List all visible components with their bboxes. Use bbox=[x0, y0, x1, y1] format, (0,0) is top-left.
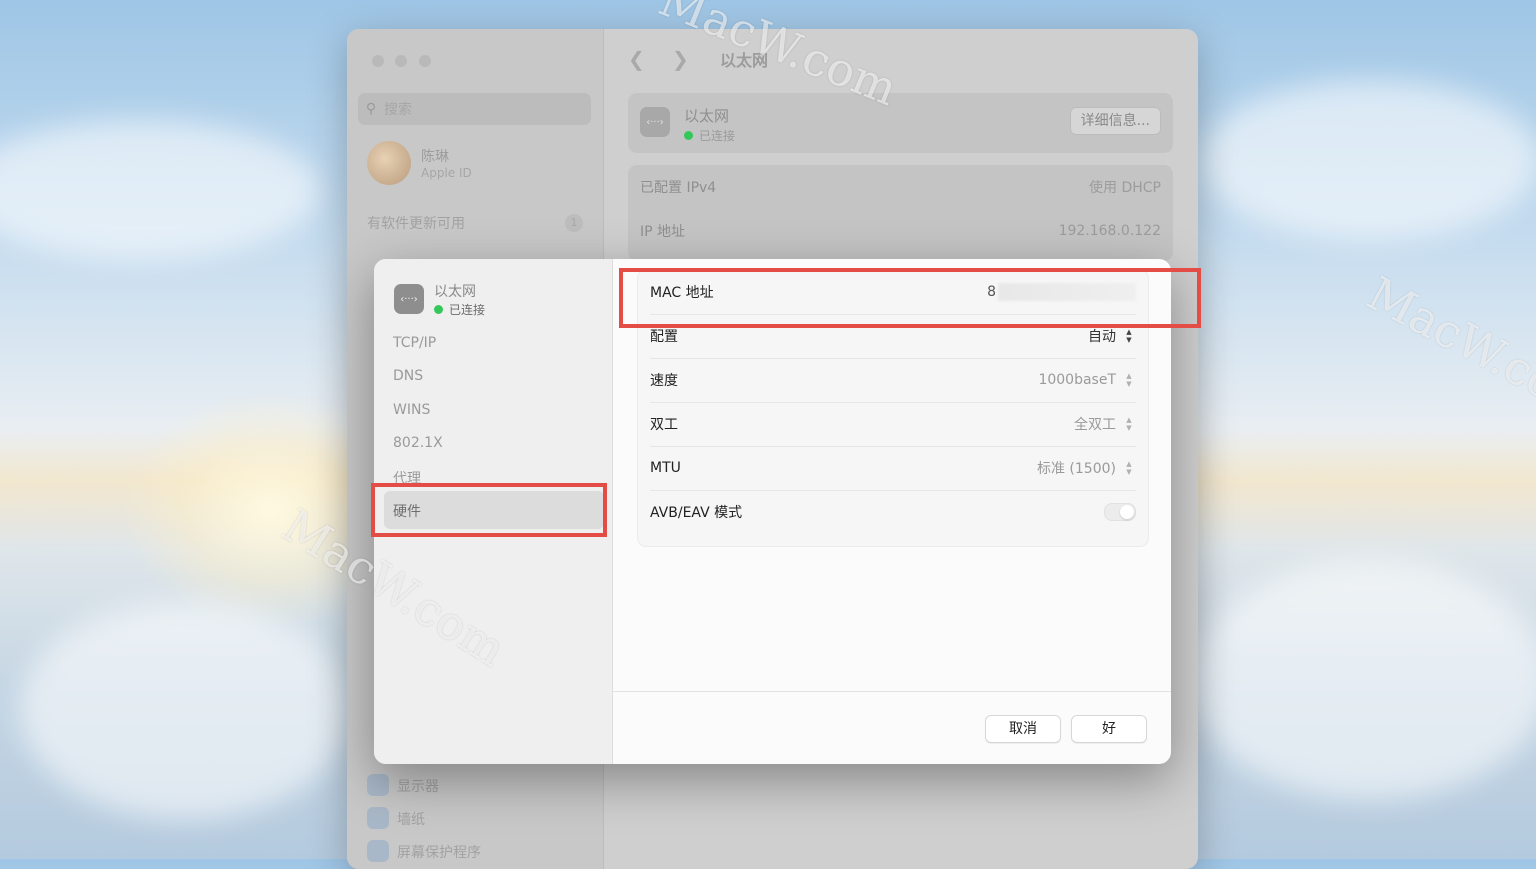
software-update-notice[interactable]: 有软件更新可用 1 bbox=[367, 213, 583, 233]
update-count-badge: 1 bbox=[565, 214, 583, 232]
avb-mode-toggle[interactable] bbox=[1104, 503, 1136, 521]
watermark: MacW.com bbox=[1358, 266, 1536, 432]
mac-address-highlight-box bbox=[619, 268, 1201, 328]
tab-wins[interactable]: WINS bbox=[393, 402, 430, 418]
close-window-button[interactable] bbox=[372, 55, 384, 67]
chevron-updown-icon: ▲ ▼ bbox=[1126, 328, 1132, 344]
mtu-select[interactable]: 标准 (1500) ▲ ▼ bbox=[1037, 458, 1136, 478]
back-arrow-icon[interactable]: ❮ bbox=[628, 47, 672, 71]
ethernet-status: 已连接 bbox=[684, 127, 735, 144]
wallpaper-icon bbox=[367, 807, 389, 829]
speed-row: 速度 1000baseT ▲ ▼ bbox=[650, 358, 1136, 402]
avb-mode-row: AVB/EAV 模式 bbox=[650, 490, 1136, 534]
service-status-text: 已连接 bbox=[449, 303, 486, 317]
ok-button[interactable]: 好 bbox=[1071, 715, 1147, 743]
config-select[interactable]: 自动 ▲ ▼ bbox=[1088, 326, 1136, 346]
speed-label: 速度 bbox=[650, 373, 678, 389]
search-input[interactable]: ⚲ 搜索 bbox=[358, 93, 591, 125]
ip-info-card: 已配置 IPv4 使用 DHCP IP 地址 192.168.0.122 bbox=[628, 165, 1173, 261]
apple-id-account[interactable]: 陈琳 Apple ID bbox=[367, 141, 472, 185]
cancel-button[interactable]: 取消 bbox=[985, 715, 1061, 743]
forward-arrow-icon[interactable]: ❯ bbox=[672, 47, 716, 71]
ethernet-name: 以太网 bbox=[684, 107, 730, 125]
duplex-value: 全双工 bbox=[1074, 417, 1116, 433]
avatar bbox=[367, 141, 411, 185]
ethernet-summary-card: ‹···› 以太网 已连接 详细信息... bbox=[628, 93, 1173, 153]
duplex-label: 双工 bbox=[650, 417, 678, 433]
ethernet-icon: ‹···› bbox=[640, 107, 670, 137]
ethernet-icon: ‹···› bbox=[394, 284, 424, 314]
hardware-panel: MAC 地址 8 配置 自动 ▲ ▼ 速度 1000baseT ▲ ▼ 双工 全… bbox=[613, 259, 1171, 764]
search-icon: ⚲ bbox=[365, 101, 377, 117]
mtu-value: 标准 (1500) bbox=[1036, 461, 1116, 477]
update-notice-label: 有软件更新可用 bbox=[367, 216, 465, 232]
account-subtitle: Apple ID bbox=[421, 166, 472, 180]
ethernet-status-text: 已连接 bbox=[699, 129, 736, 143]
details-button[interactable]: 详细信息... bbox=[1069, 107, 1161, 135]
chevron-updown-icon: ▲ ▼ bbox=[1126, 372, 1132, 388]
ipv4-config-label: 已配置 IPv4 bbox=[640, 180, 717, 196]
ip-address-row: IP 地址 192.168.0.122 bbox=[640, 209, 1161, 253]
chevron-updown-icon: ▲ ▼ bbox=[1126, 460, 1132, 476]
display-icon bbox=[367, 774, 389, 796]
config-label: 配置 bbox=[650, 329, 678, 345]
sidebar-item-displays[interactable]: 显示器 bbox=[397, 776, 439, 796]
speed-value: 1000baseT bbox=[1038, 372, 1116, 388]
sidebar-item-wallpaper[interactable]: 墙纸 bbox=[397, 809, 425, 829]
ip-address-value: 192.168.0.122 bbox=[1058, 223, 1161, 239]
cloud bbox=[1200, 80, 1536, 240]
speed-select[interactable]: 1000baseT ▲ ▼ bbox=[1038, 370, 1136, 390]
hardware-tab-highlight-box bbox=[371, 483, 607, 537]
status-dot-icon bbox=[684, 131, 693, 140]
tab-tcpip[interactable]: TCP/IP bbox=[393, 335, 436, 351]
mtu-label: MTU bbox=[650, 460, 681, 476]
ipv4-config-row: 已配置 IPv4 使用 DHCP bbox=[640, 165, 1161, 209]
cloud bbox=[0, 120, 320, 260]
account-name: 陈琳 bbox=[421, 149, 449, 165]
tab-dns[interactable]: DNS bbox=[393, 368, 423, 384]
status-dot-icon bbox=[434, 305, 443, 314]
service-status: 已连接 bbox=[434, 301, 485, 318]
dialog-footer-divider bbox=[613, 691, 1171, 692]
minimize-window-button[interactable] bbox=[395, 55, 407, 67]
sidebar-item-screensaver[interactable]: 屏幕保护程序 bbox=[397, 842, 481, 862]
config-value: 自动 bbox=[1088, 329, 1116, 345]
cloud bbox=[20, 600, 350, 820]
avb-mode-label: AVB/EAV 模式 bbox=[650, 505, 743, 521]
ipv4-config-value: 使用 DHCP bbox=[1089, 180, 1161, 196]
search-placeholder: 搜索 bbox=[384, 102, 412, 118]
chevron-updown-icon: ▲ ▼ bbox=[1126, 416, 1132, 432]
duplex-select[interactable]: 全双工 ▲ ▼ bbox=[1074, 414, 1136, 434]
mtu-row: MTU 标准 (1500) ▲ ▼ bbox=[650, 446, 1136, 490]
duplex-row: 双工 全双工 ▲ ▼ bbox=[650, 402, 1136, 446]
zoom-window-button[interactable] bbox=[419, 55, 431, 67]
cloud bbox=[1190, 560, 1536, 800]
service-name: 以太网 bbox=[434, 284, 476, 300]
ip-address-label: IP 地址 bbox=[640, 224, 686, 240]
tab-8021x[interactable]: 802.1X bbox=[393, 435, 443, 451]
